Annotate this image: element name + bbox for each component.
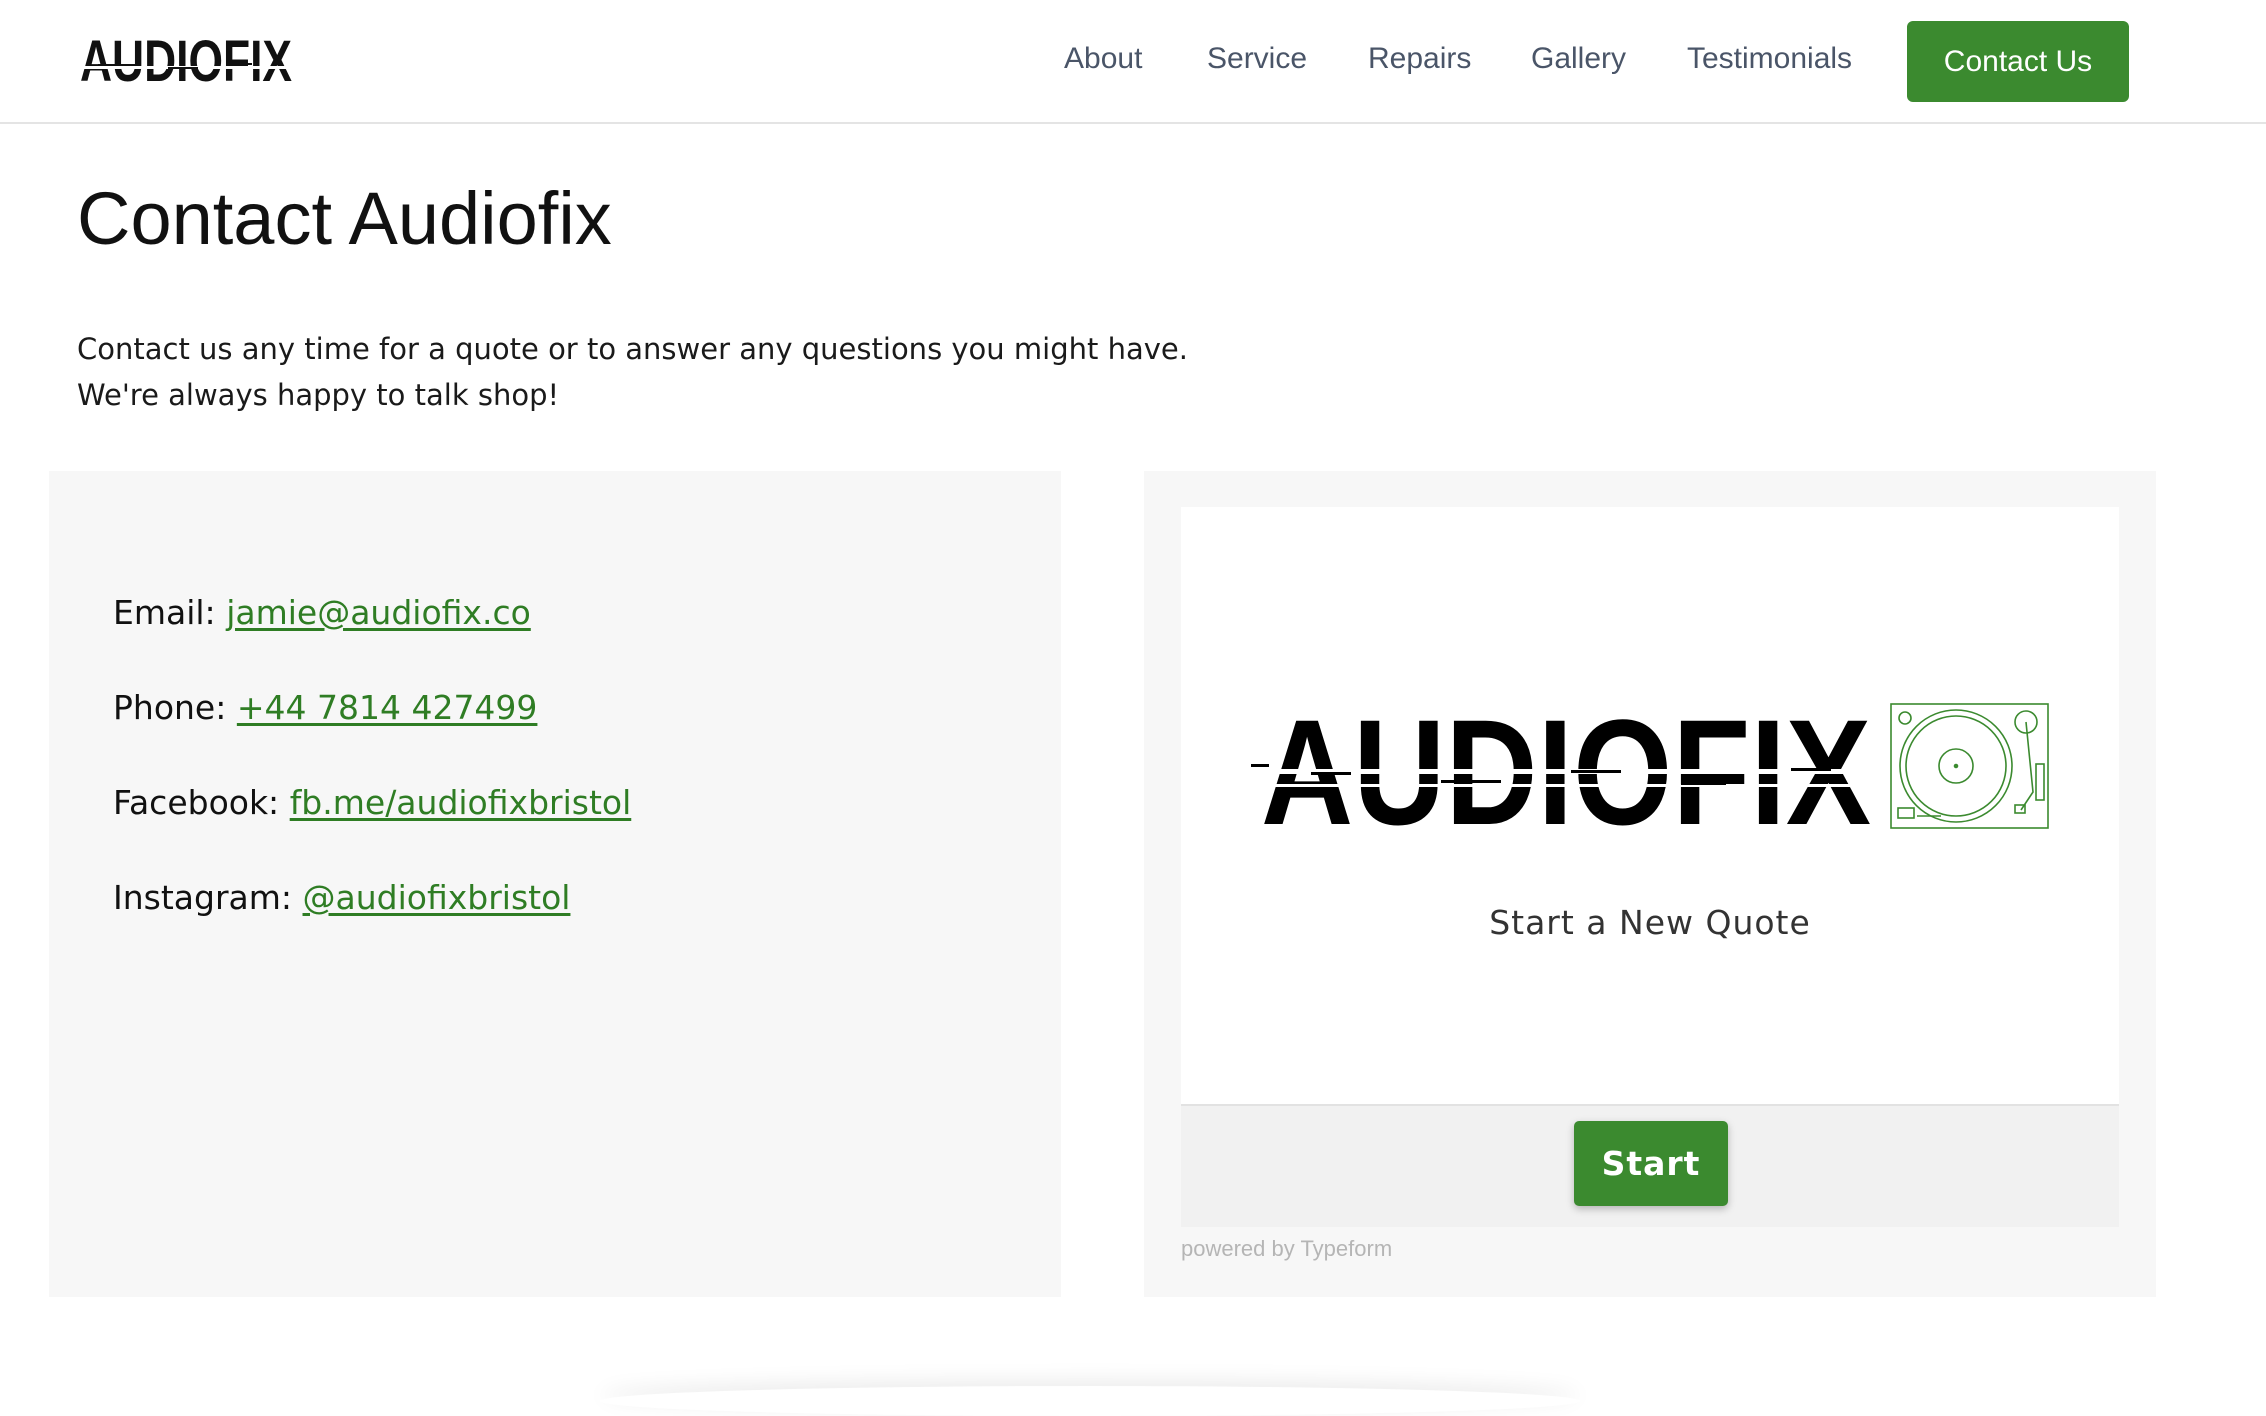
phone-link[interactable]: +44 7814 427499 (237, 688, 538, 727)
form-audiofix-logo: AUDIOFIX (1251, 692, 2056, 832)
nav-link-repairs[interactable]: Repairs (1368, 42, 1471, 76)
instagram-line: Instagram: @audiofixbristol (113, 878, 570, 917)
start-quote-button[interactable]: Start (1574, 1121, 1728, 1206)
instagram-label: Instagram: (113, 878, 293, 917)
form-subtitle: Start a New Quote (1489, 903, 1811, 942)
email-link[interactable]: jamie@audiofix.co (226, 593, 531, 632)
nav-link-service[interactable]: Service (1207, 42, 1307, 76)
page-title: Contact Audiofix (77, 177, 612, 260)
instagram-link[interactable]: @audiofixbristol (303, 878, 571, 917)
quote-form-panel: AUDIOFIX Start a New Quote Start powered… (1144, 471, 2156, 1297)
contact-us-button[interactable]: Contact Us (1907, 21, 2129, 102)
phone-label: Phone: (113, 688, 227, 727)
phone-line: Phone: +44 7814 427499 (113, 688, 537, 727)
typeform-welcome-card: AUDIOFIX Start a New Quote (1181, 507, 2119, 1104)
footer-shadow (600, 1386, 1580, 1416)
typeform-footer-bar: Start (1181, 1104, 2119, 1227)
contact-details-panel: Email: jamie@audiofix.co Phone: +44 7814… (49, 471, 1061, 1297)
site-header: AUDIOFIX About Service Repairs Gallery T… (0, 0, 2266, 124)
audiofix-logo[interactable]: AUDIOFIX (78, 26, 298, 90)
nav-link-about[interactable]: About (1064, 42, 1142, 76)
facebook-link[interactable]: fb.me/audiofixbristol (290, 783, 632, 822)
nav-link-testimonials[interactable]: Testimonials (1687, 42, 1852, 76)
nav-link-gallery[interactable]: Gallery (1531, 42, 1626, 76)
svg-text:AUDIOFIX: AUDIOFIX (80, 29, 292, 90)
email-label: Email: (113, 593, 216, 632)
powered-by-typeform-link[interactable]: powered by Typeform (1181, 1236, 1392, 1262)
email-line: Email: jamie@audiofix.co (113, 593, 531, 632)
svg-text:AUDIOFIX: AUDIOFIX (1261, 692, 1871, 832)
turntable-icon (1890, 703, 2049, 829)
facebook-label: Facebook: (113, 783, 280, 822)
facebook-line: Facebook: fb.me/audiofixbristol (113, 783, 631, 822)
audiofix-logo-mark: AUDIOFIX (78, 29, 298, 90)
intro-text: Contact us any time for a quote or to an… (77, 332, 1188, 412)
